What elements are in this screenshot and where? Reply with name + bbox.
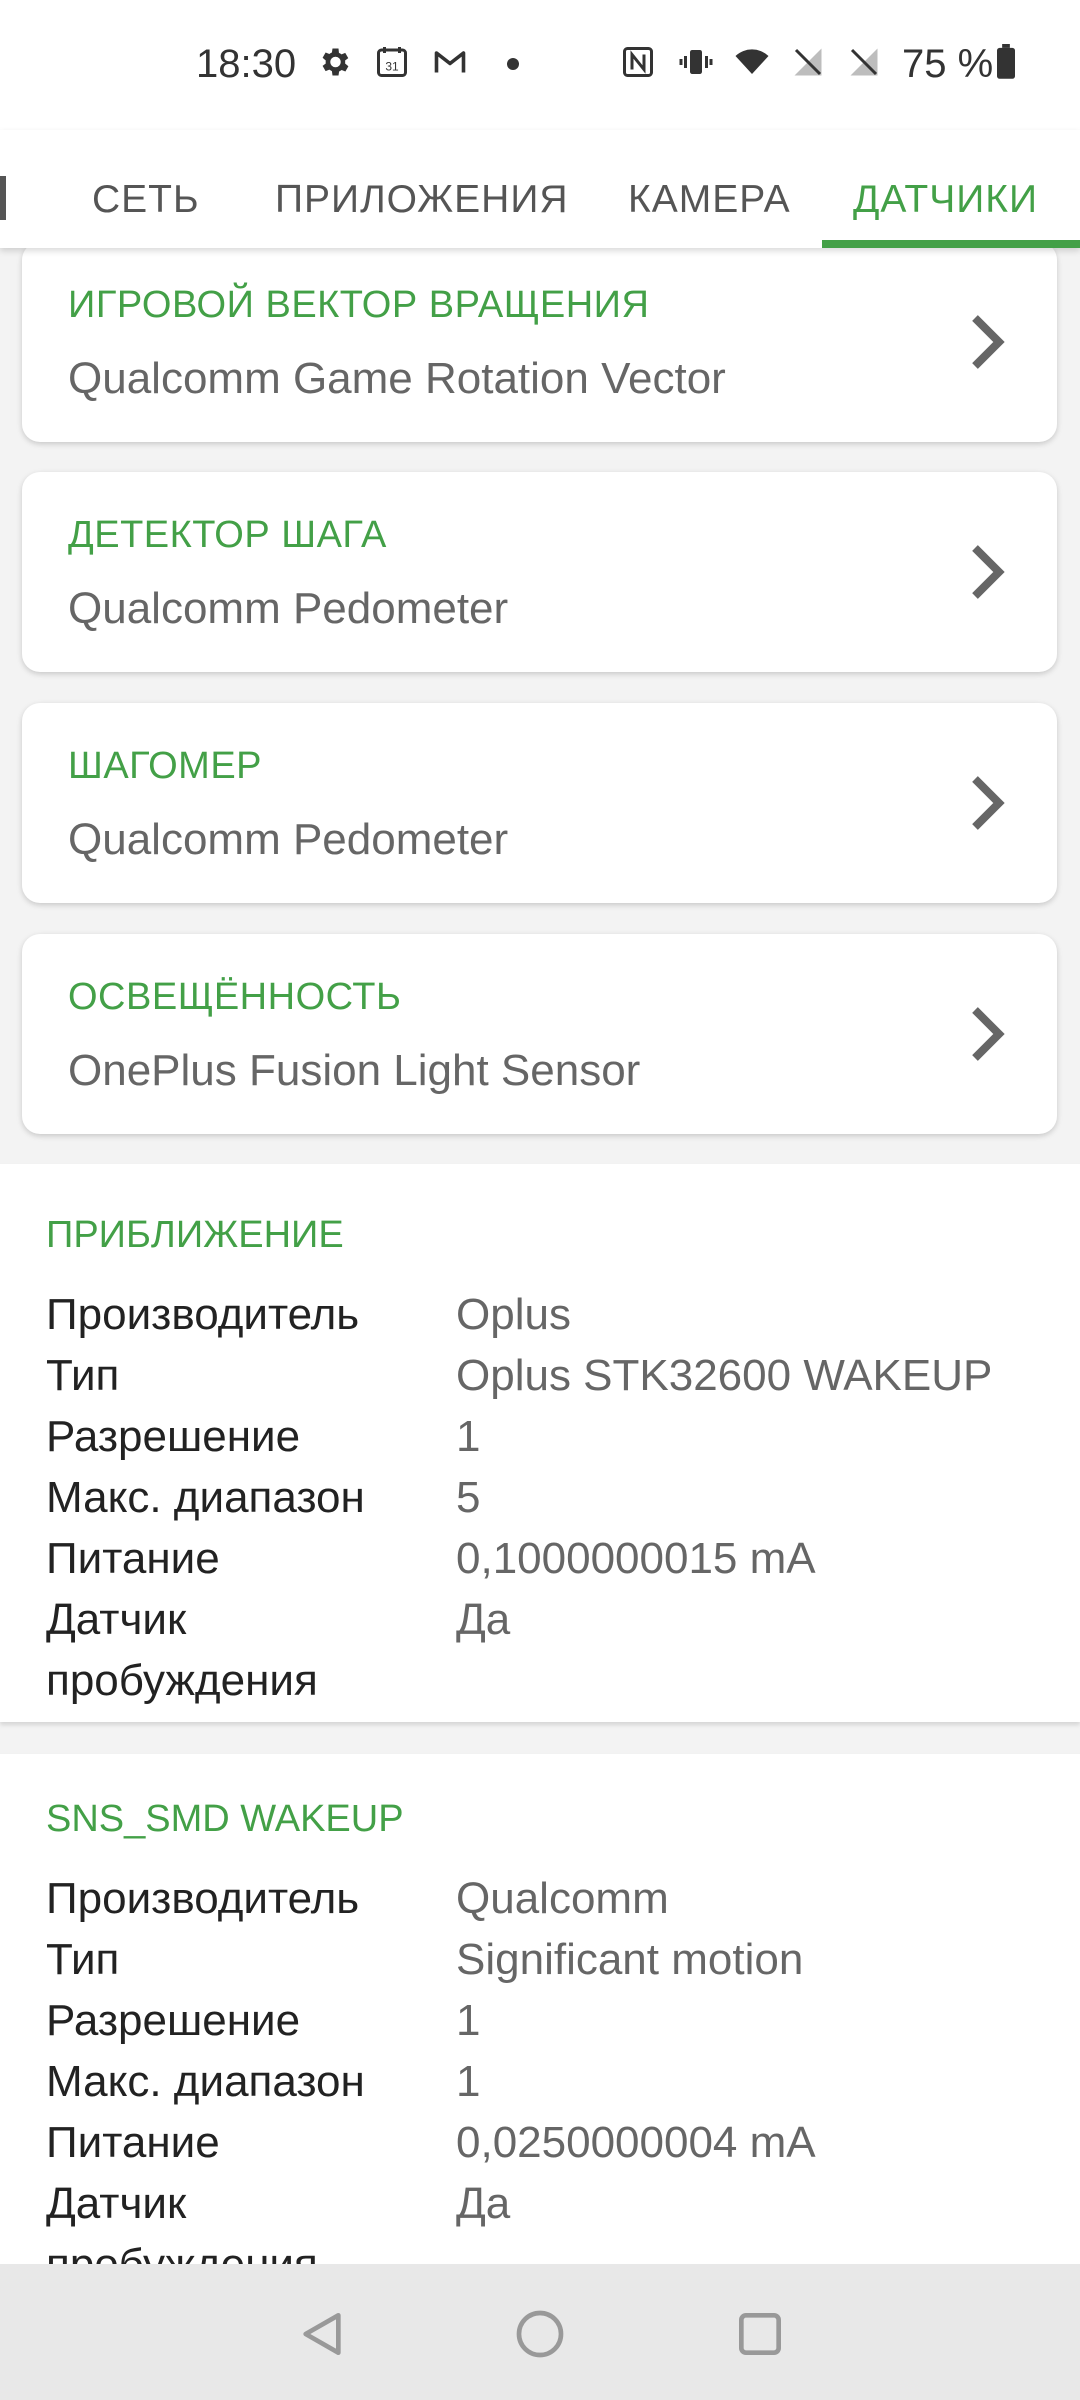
detail-value: Qualcomm (456, 1874, 669, 1923)
detail-value: 0,0250000004 mA (456, 2118, 816, 2167)
status-time: 18:30 (196, 42, 297, 86)
sensor-card-subtitle: OnePlus Fusion Light Sensor (68, 1046, 641, 1095)
detail-row: Производитель Qualcomm (46, 1868, 1046, 1928)
detail-row: Тип Oplus STK32600 WAKEUP (46, 1345, 1046, 1405)
chevron-right-icon (972, 545, 1005, 599)
panel-title: SNS_SMD WAKEUP (46, 1798, 404, 1840)
tab-bar: СЕТЬ ПРИЛОЖЕНИЯ КАМЕРА ДАТЧИКИ (0, 130, 1080, 248)
sensor-card[interactable]: ШАГОМЕР Qualcomm Pedometer (22, 703, 1057, 903)
gear-icon (322, 48, 349, 76)
detail-key: Датчик пробуждения (46, 2179, 318, 2264)
tab-sensors[interactable]: ДАТЧИКИ (853, 178, 1038, 222)
detail-value: Oplus (456, 1290, 571, 1339)
detail-key: Макс. диапазон (46, 2057, 365, 2106)
detail-value: Significant motion (456, 1935, 804, 1984)
detail-row: Тип Significant motion (46, 1929, 1046, 1989)
detail-value: Да (456, 1595, 511, 1644)
nfc-icon (623, 47, 653, 77)
detail-row: Питание 0,0250000004 mA (46, 2112, 1046, 2172)
detail-value: 1 (456, 2057, 481, 2106)
back-icon[interactable] (294, 2306, 350, 2362)
detail-row: Производитель Oplus (46, 1284, 1046, 1344)
detail-row: Макс. диапазон 1 (46, 2051, 1046, 2111)
detail-key: Питание (46, 1534, 220, 1583)
chevron-right-icon (972, 1007, 1005, 1061)
detail-row: Датчик пробуждения Да (46, 1589, 1046, 1711)
detail-key: Макс. диапазон (46, 1473, 365, 1522)
sensor-details-panel: SNS_SMD WAKEUP Производитель Qualcomm Ти… (0, 1754, 1080, 2264)
detail-row: Питание 0,1000000015 mA (46, 1528, 1046, 1588)
status-bar: 18:30 31 75 % (0, 0, 1080, 130)
sensor-card[interactable]: ИГРОВОЙ ВЕКТОР ВРАЩЕНИЯ Qualcomm Game Ro… (22, 248, 1057, 442)
detail-row: Датчик пробуждения Да (46, 2173, 1046, 2264)
detail-value: 0,1000000015 mA (456, 1534, 816, 1583)
battery-icon (997, 44, 1015, 79)
gmail-icon (434, 51, 466, 73)
detail-key: Производитель (46, 1874, 360, 1923)
detail-row: Разрешение 1 (46, 1406, 1046, 1466)
home-icon[interactable] (512, 2306, 568, 2362)
tab-previous-edge[interactable] (0, 176, 6, 220)
tab-network[interactable]: СЕТЬ (92, 178, 200, 222)
wifi-icon (735, 49, 769, 74)
tab-apps[interactable]: ПРИЛОЖЕНИЯ (275, 178, 569, 222)
svg-text:31: 31 (385, 59, 399, 73)
sensor-list[interactable]: ИГРОВОЙ ВЕКТОР ВРАЩЕНИЯ Qualcomm Game Ro… (0, 248, 1080, 2264)
sensor-card-subtitle: Qualcomm Pedometer (68, 815, 509, 864)
dot-icon (507, 58, 519, 70)
navigation-bar (0, 2264, 1080, 2400)
detail-key: Разрешение (46, 1412, 301, 1461)
detail-value: Да (456, 2179, 511, 2228)
sensor-card-title: ДЕТЕКТОР ШАГА (68, 514, 387, 556)
battery-percent: 75 % (902, 42, 994, 86)
sensor-card-title: ШАГОМЕР (68, 745, 263, 787)
detail-row: Разрешение 1 (46, 1990, 1046, 2050)
sensor-card-title: ОСВЕЩЁННОСТЬ (68, 976, 402, 1018)
sensor-card-subtitle: Qualcomm Pedometer (68, 584, 509, 633)
detail-row: Макс. диапазон 5 (46, 1467, 1046, 1527)
chevron-right-icon (972, 315, 1005, 369)
detail-value: Oplus STK32600 WAKEUP (456, 1351, 993, 1400)
detail-value: 1 (456, 1412, 481, 1461)
detail-value: 5 (456, 1473, 481, 1522)
calendar-icon: 31 (377, 47, 407, 77)
no-signal-icon (794, 48, 822, 76)
sensor-card-subtitle: Qualcomm Game Rotation Vector (68, 354, 726, 403)
tab-camera[interactable]: КАМЕРА (628, 178, 791, 222)
recents-icon[interactable] (732, 2306, 788, 2362)
detail-key: Тип (46, 1935, 120, 1984)
detail-key: Производитель (46, 1290, 360, 1339)
detail-key: Датчик пробуждения (46, 1595, 318, 1705)
vibrate-icon (679, 50, 713, 74)
detail-key: Тип (46, 1351, 120, 1400)
active-tab-indicator (822, 240, 1080, 248)
detail-value: 1 (456, 1996, 481, 2045)
no-signal-icon (850, 48, 878, 76)
chevron-right-icon (972, 776, 1005, 830)
sensor-details-panel: ПРИБЛИЖЕНИЕ Производитель Oplus Тип Oplu… (0, 1164, 1080, 1722)
sensor-card[interactable]: ДЕТЕКТОР ШАГА Qualcomm Pedometer (22, 472, 1057, 672)
panel-title: ПРИБЛИЖЕНИЕ (46, 1214, 344, 1256)
detail-key: Разрешение (46, 1996, 301, 2045)
sensor-card[interactable]: ОСВЕЩЁННОСТЬ OnePlus Fusion Light Sensor (22, 934, 1057, 1134)
sensor-card-title: ИГРОВОЙ ВЕКТОР ВРАЩЕНИЯ (68, 284, 650, 326)
detail-key: Питание (46, 2118, 220, 2167)
